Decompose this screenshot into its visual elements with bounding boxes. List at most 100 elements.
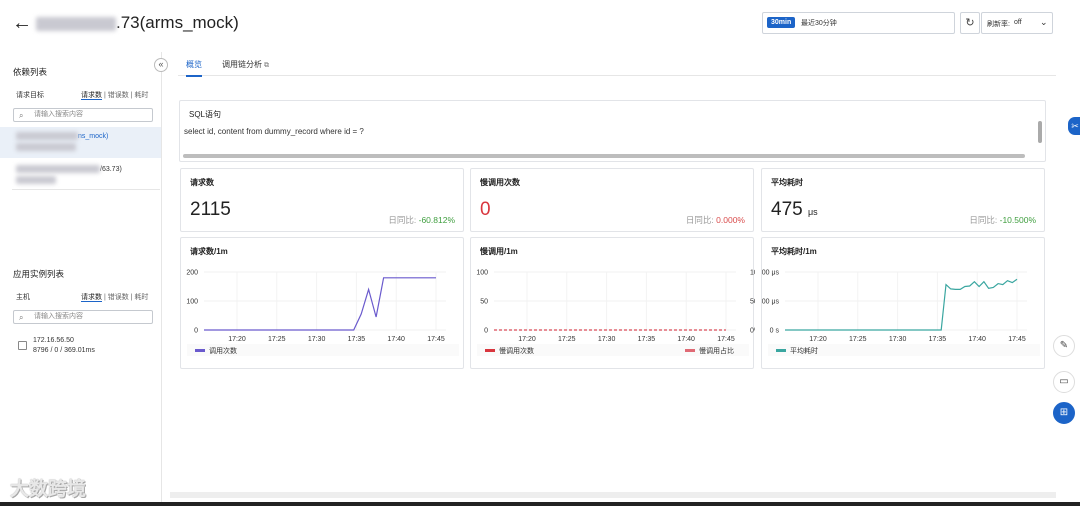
series-line-0 <box>785 278 1018 331</box>
tab-duration[interactable]: 耗时 <box>134 294 148 301</box>
legend-label: 平均耗时 <box>790 346 818 355</box>
dependency-item-label: ns_mock) <box>78 132 109 140</box>
x-tick-label: 17:35 <box>638 336 656 343</box>
dependency-search-input[interactable]: ⌕ 请输入搜索内容 <box>13 108 153 122</box>
bottom-scrollbar[interactable] <box>170 492 1056 498</box>
refresh-icon[interactable]: ↻ <box>960 12 980 34</box>
stat-card-avg-latency: 平均耗时 475 μs 日同比: -10.500% <box>761 168 1045 232</box>
y-tick-label: 200 μs <box>762 299 779 306</box>
legend-label: 慢调用占比 <box>699 346 734 355</box>
chart-card-slow-calls: 慢调用/1m 0501000%50%100%17:2017:2517:3017:… <box>470 237 755 369</box>
stat-card-requests: 请求数 2115 日同比: -60.812% <box>180 168 464 232</box>
legend-swatch <box>776 349 786 352</box>
y-tick-label: 100 <box>476 270 488 277</box>
chart-card-requests: 请求数/1m 0 100 200 17:20 17:25 17:30 17:35 17:40 1… <box>180 237 464 369</box>
y-tick-label: 0 <box>484 328 488 335</box>
tab-trace-label: 调用链分析 <box>222 60 262 69</box>
y-right-tick-label: 50% <box>750 299 755 306</box>
series-line-0 <box>204 277 436 331</box>
stat-compare: 日同比: 0.000% <box>686 214 745 226</box>
stat-compare: 日同比: -10.500% <box>969 214 1036 226</box>
tab-duration[interactable]: 耗时 <box>134 92 148 99</box>
instance-ip: 172.16.56.50 <box>33 337 74 344</box>
compare-label: 日同比: <box>685 215 714 225</box>
stat-unit: μs <box>807 207 818 217</box>
compare-label: 日同比: <box>969 215 998 225</box>
horizontal-scrollbar[interactable] <box>183 154 1025 158</box>
blurred-text <box>16 176 56 184</box>
dependency-item-1[interactable]: ns_mock) <box>16 132 108 151</box>
x-tick-label: 17:25 <box>268 336 286 343</box>
compare-value: -10.500% <box>999 215 1036 225</box>
sql-statement: select id, content from dummy_record whe… <box>184 127 364 136</box>
avg-latency-chart: 0 s 200 μs 400 μs 17:20 17:25 17:30 17:35 17:40… <box>762 270 1040 356</box>
bottom-edge <box>0 502 1080 506</box>
x-tick-label: 17:30 <box>598 336 616 343</box>
y-right-tick-label: 100% <box>750 270 755 277</box>
dependency-list-title: 依赖列表 <box>13 67 48 77</box>
instance-metric-tabs: 请求数 | 错误数 | 耗时 <box>81 294 149 302</box>
refresh-rate-label: 刷新率: <box>987 21 1010 28</box>
side-tool-icon[interactable]: ✂ <box>1068 117 1080 135</box>
x-tick-label: 17:40 <box>387 336 405 343</box>
x-tick-label: 17:45 <box>1008 336 1026 343</box>
stat-card-slow-calls: 慢调用次数 0 日同比: 0.000% <box>470 168 754 232</box>
sql-title: SQL语句 <box>189 110 222 119</box>
x-tick-label: 17:45 <box>717 336 735 343</box>
y-tick-label: 0 <box>194 328 198 335</box>
divider <box>12 189 160 190</box>
x-tick-label: 17:45 <box>427 336 445 343</box>
stat-number: 475 <box>771 199 803 220</box>
apps-icon[interactable]: ⊞ <box>1053 402 1075 424</box>
instance-checkbox[interactable] <box>18 341 27 350</box>
requests-chart: 0 100 200 17:20 17:25 17:30 17:35 17:40 17:45 调用次… <box>186 270 459 356</box>
stat-title: 慢调用次数 <box>480 178 520 187</box>
y-tick-label: 400 μs <box>762 270 779 277</box>
stat-value: 2115 <box>190 199 231 220</box>
instance-search-input[interactable]: ⌕ 请输入搜索内容 <box>13 310 153 324</box>
instance-item[interactable]: 172.16.56.50 8796 / 0 / 369.01ms <box>33 336 95 356</box>
vertical-scrollbar[interactable] <box>1038 121 1042 143</box>
blurred-text <box>16 143 76 151</box>
stat-title: 平均耗时 <box>771 178 803 187</box>
request-target-label: 请求目标 <box>16 92 44 99</box>
stat-compare: 日同比: -60.812% <box>388 214 455 226</box>
search-placeholder: 请输入搜索内容 <box>34 111 83 118</box>
y-tick-label: 200 <box>186 270 198 277</box>
dependency-metric-tabs: 请求数 | 错误数 | 耗时 <box>81 92 149 100</box>
page-header: ← .73(arms_mock) 30min 最近30分钟 ↻ 刷新率: off… <box>0 0 1080 48</box>
y-tick-label: 50 <box>480 299 488 306</box>
time-range-text: 最近30分钟 <box>801 20 837 27</box>
back-arrow-icon[interactable]: ← <box>12 12 32 35</box>
sql-card: SQL语句 select id, content from dummy_reco… <box>179 100 1046 162</box>
refresh-rate-select[interactable]: 刷新率: off ⌄ <box>981 12 1053 34</box>
y-tick-label: 100 <box>186 299 198 306</box>
blurred-ip <box>36 16 116 31</box>
tab-overview[interactable]: 概览 <box>186 59 202 77</box>
blurred-text <box>16 132 78 140</box>
watermark: 大数跨境 <box>10 479 87 500</box>
tab-errors[interactable]: 错误数 <box>108 92 129 99</box>
stat-title: 请求数 <box>190 178 214 187</box>
x-tick-label: 17:35 <box>929 336 947 343</box>
instance-list-title: 应用实例列表 <box>13 269 65 279</box>
tab-trace-analysis[interactable]: 调用链分析 ⧉ <box>222 59 269 70</box>
compare-label: 日同比: <box>388 215 417 225</box>
host-label: 主机 <box>16 294 30 301</box>
collapse-sidebar-icon[interactable]: « <box>154 58 168 72</box>
search-icon: ⌕ <box>19 111 24 120</box>
search-placeholder: 请输入搜索内容 <box>34 313 83 320</box>
tab-requests[interactable]: 请求数 <box>81 294 102 302</box>
dependency-item-label: /63.73) <box>100 165 122 173</box>
tab-errors[interactable]: 错误数 <box>108 294 129 301</box>
edit-icon[interactable]: ✎ <box>1053 335 1075 357</box>
main-tabs: 概览 调用链分析 ⧉ <box>178 54 1056 77</box>
x-tick-label: 17:20 <box>228 336 246 343</box>
time-range-picker[interactable]: 30min 最近30分钟 <box>762 12 955 34</box>
dependency-item-2[interactable]: /63.73) <box>16 165 122 184</box>
tab-requests[interactable]: 请求数 <box>81 92 102 100</box>
feedback-icon[interactable]: ▭ <box>1053 371 1075 393</box>
chart-card-avg-latency: 平均耗时/1m 0 s200 μs400 μs17:2017:2517:3017… <box>761 237 1045 369</box>
x-tick-label: 17:30 <box>308 336 326 343</box>
x-tick-label: 17:25 <box>558 336 576 343</box>
